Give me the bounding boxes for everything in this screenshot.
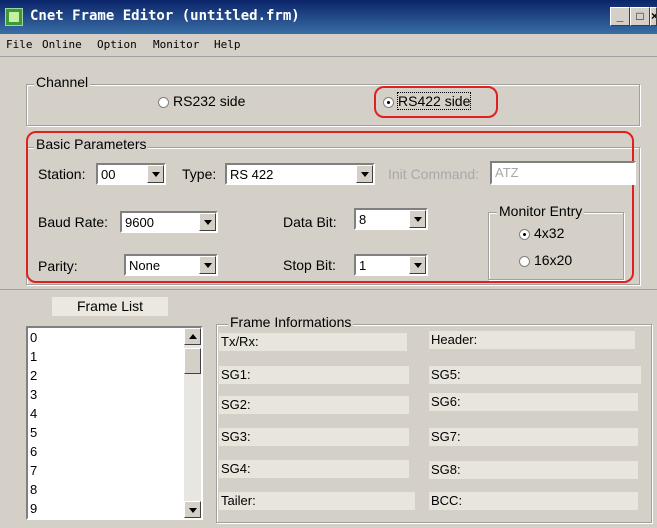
- baud-rate-value: 9600: [125, 215, 154, 230]
- title-bar[interactable]: Cnet Frame Editor (untitled.frm) _ □ ×: [0, 0, 657, 34]
- parity-combo[interactable]: None: [124, 254, 218, 276]
- chevron-down-icon[interactable]: [409, 256, 426, 274]
- chevron-down-icon[interactable]: [147, 165, 164, 183]
- list-item[interactable]: 3: [30, 387, 37, 402]
- maximize-button[interactable]: □: [630, 7, 650, 26]
- close-button[interactable]: ×: [650, 7, 657, 26]
- sg5-field: SG5:: [429, 366, 641, 384]
- list-item[interactable]: 5: [30, 425, 37, 440]
- rs422-label[interactable]: RS422 side: [396, 92, 472, 110]
- sg4-field: SG4:: [219, 460, 409, 478]
- station-combo[interactable]: 00: [96, 163, 166, 185]
- list-item[interactable]: 4: [30, 406, 37, 421]
- header-field: Header:: [429, 331, 635, 349]
- list-item[interactable]: 9: [30, 501, 37, 516]
- stop-bit-label: Stop Bit:: [283, 257, 336, 273]
- frame-list-label: Frame List: [52, 297, 168, 316]
- basic-parameters-legend: Basic Parameters: [34, 136, 149, 152]
- list-item[interactable]: 7: [30, 463, 37, 478]
- channel-legend: Channel: [34, 74, 91, 90]
- menu-online[interactable]: Online: [42, 38, 82, 51]
- menu-help[interactable]: Help: [214, 38, 241, 51]
- menu-option[interactable]: Option: [97, 38, 137, 51]
- list-item[interactable]: 0: [30, 330, 37, 345]
- stop-bit-combo[interactable]: 1: [354, 254, 428, 276]
- parity-label: Parity:: [38, 258, 78, 274]
- monitor-entry-legend: Monitor Entry: [497, 203, 585, 219]
- client-area: Channel RS232 side RS422 side Basic Para…: [0, 57, 657, 528]
- chevron-down-icon[interactable]: [199, 256, 216, 274]
- list-item[interactable]: 2: [30, 368, 37, 383]
- data-bit-combo[interactable]: 8: [354, 208, 428, 230]
- sg3-field: SG3:: [219, 428, 409, 446]
- baud-rate-label: Baud Rate:: [38, 214, 109, 230]
- main-window: Cnet Frame Editor (untitled.frm) _ □ × F…: [0, 0, 657, 528]
- monitor-entry-group: [488, 212, 624, 280]
- sg7-field: SG7:: [429, 428, 638, 446]
- scroll-thumb[interactable]: [184, 348, 201, 374]
- list-item[interactable]: 8: [30, 482, 37, 497]
- data-bit-label: Data Bit:: [283, 214, 337, 230]
- monitor-4x32-radio[interactable]: [519, 229, 530, 240]
- type-label: Type:: [182, 166, 217, 182]
- menu-file[interactable]: File: [6, 38, 33, 51]
- type-combo[interactable]: RS 422: [225, 163, 375, 185]
- data-bit-value: 8: [359, 212, 367, 227]
- tailer-field: Tailer:: [219, 492, 415, 510]
- baud-rate-combo[interactable]: 9600: [120, 211, 218, 233]
- minimize-button[interactable]: _: [610, 7, 630, 26]
- list-item[interactable]: 1: [30, 349, 37, 364]
- channel-group: [26, 84, 640, 126]
- rs422-radio[interactable]: [383, 97, 394, 108]
- init-command-field[interactable]: ATZ: [490, 161, 636, 185]
- station-label: Station:: [38, 166, 86, 182]
- scroll-down-icon[interactable]: [184, 501, 201, 518]
- monitor-4x32-label[interactable]: 4x32: [534, 225, 564, 241]
- init-command-label: Init Command:: [388, 166, 480, 182]
- sg8-field: SG8:: [429, 461, 638, 479]
- bcc-field: BCC:: [429, 492, 638, 510]
- rs232-radio[interactable]: [158, 97, 169, 108]
- monitor-16x20-radio[interactable]: [519, 256, 530, 267]
- chevron-down-icon[interactable]: [356, 165, 373, 183]
- frame-info-legend: Frame Informations: [228, 314, 354, 330]
- menu-bar: File Online Option Monitor Help: [0, 34, 657, 57]
- separator: [0, 289, 657, 290]
- app-icon[interactable]: [5, 8, 23, 26]
- scroll-up-icon[interactable]: [184, 328, 201, 345]
- chevron-down-icon[interactable]: [199, 213, 216, 231]
- type-value: RS 422: [230, 167, 274, 182]
- parity-value: None: [129, 258, 161, 273]
- chevron-down-icon[interactable]: [409, 210, 426, 228]
- monitor-16x20-label[interactable]: 16x20: [534, 252, 572, 268]
- station-value: 00: [101, 167, 116, 182]
- init-command-value: ATZ: [495, 165, 519, 180]
- sg6-field: SG6:: [429, 393, 638, 411]
- sg1-field: SG1:: [219, 366, 409, 384]
- frame-list-scrollbar[interactable]: [184, 328, 201, 518]
- list-item[interactable]: 6: [30, 444, 37, 459]
- stop-bit-value: 1: [359, 258, 367, 273]
- menu-monitor[interactable]: Monitor: [153, 38, 199, 51]
- rs232-label[interactable]: RS232 side: [173, 93, 245, 109]
- txrx-field: Tx/Rx:: [219, 333, 407, 351]
- window-title: Cnet Frame Editor (untitled.frm): [30, 8, 300, 24]
- sg2-field: SG2:: [219, 396, 409, 414]
- frame-list[interactable]: 0 1 2 3 4 5 6 7 8 9: [26, 326, 203, 520]
